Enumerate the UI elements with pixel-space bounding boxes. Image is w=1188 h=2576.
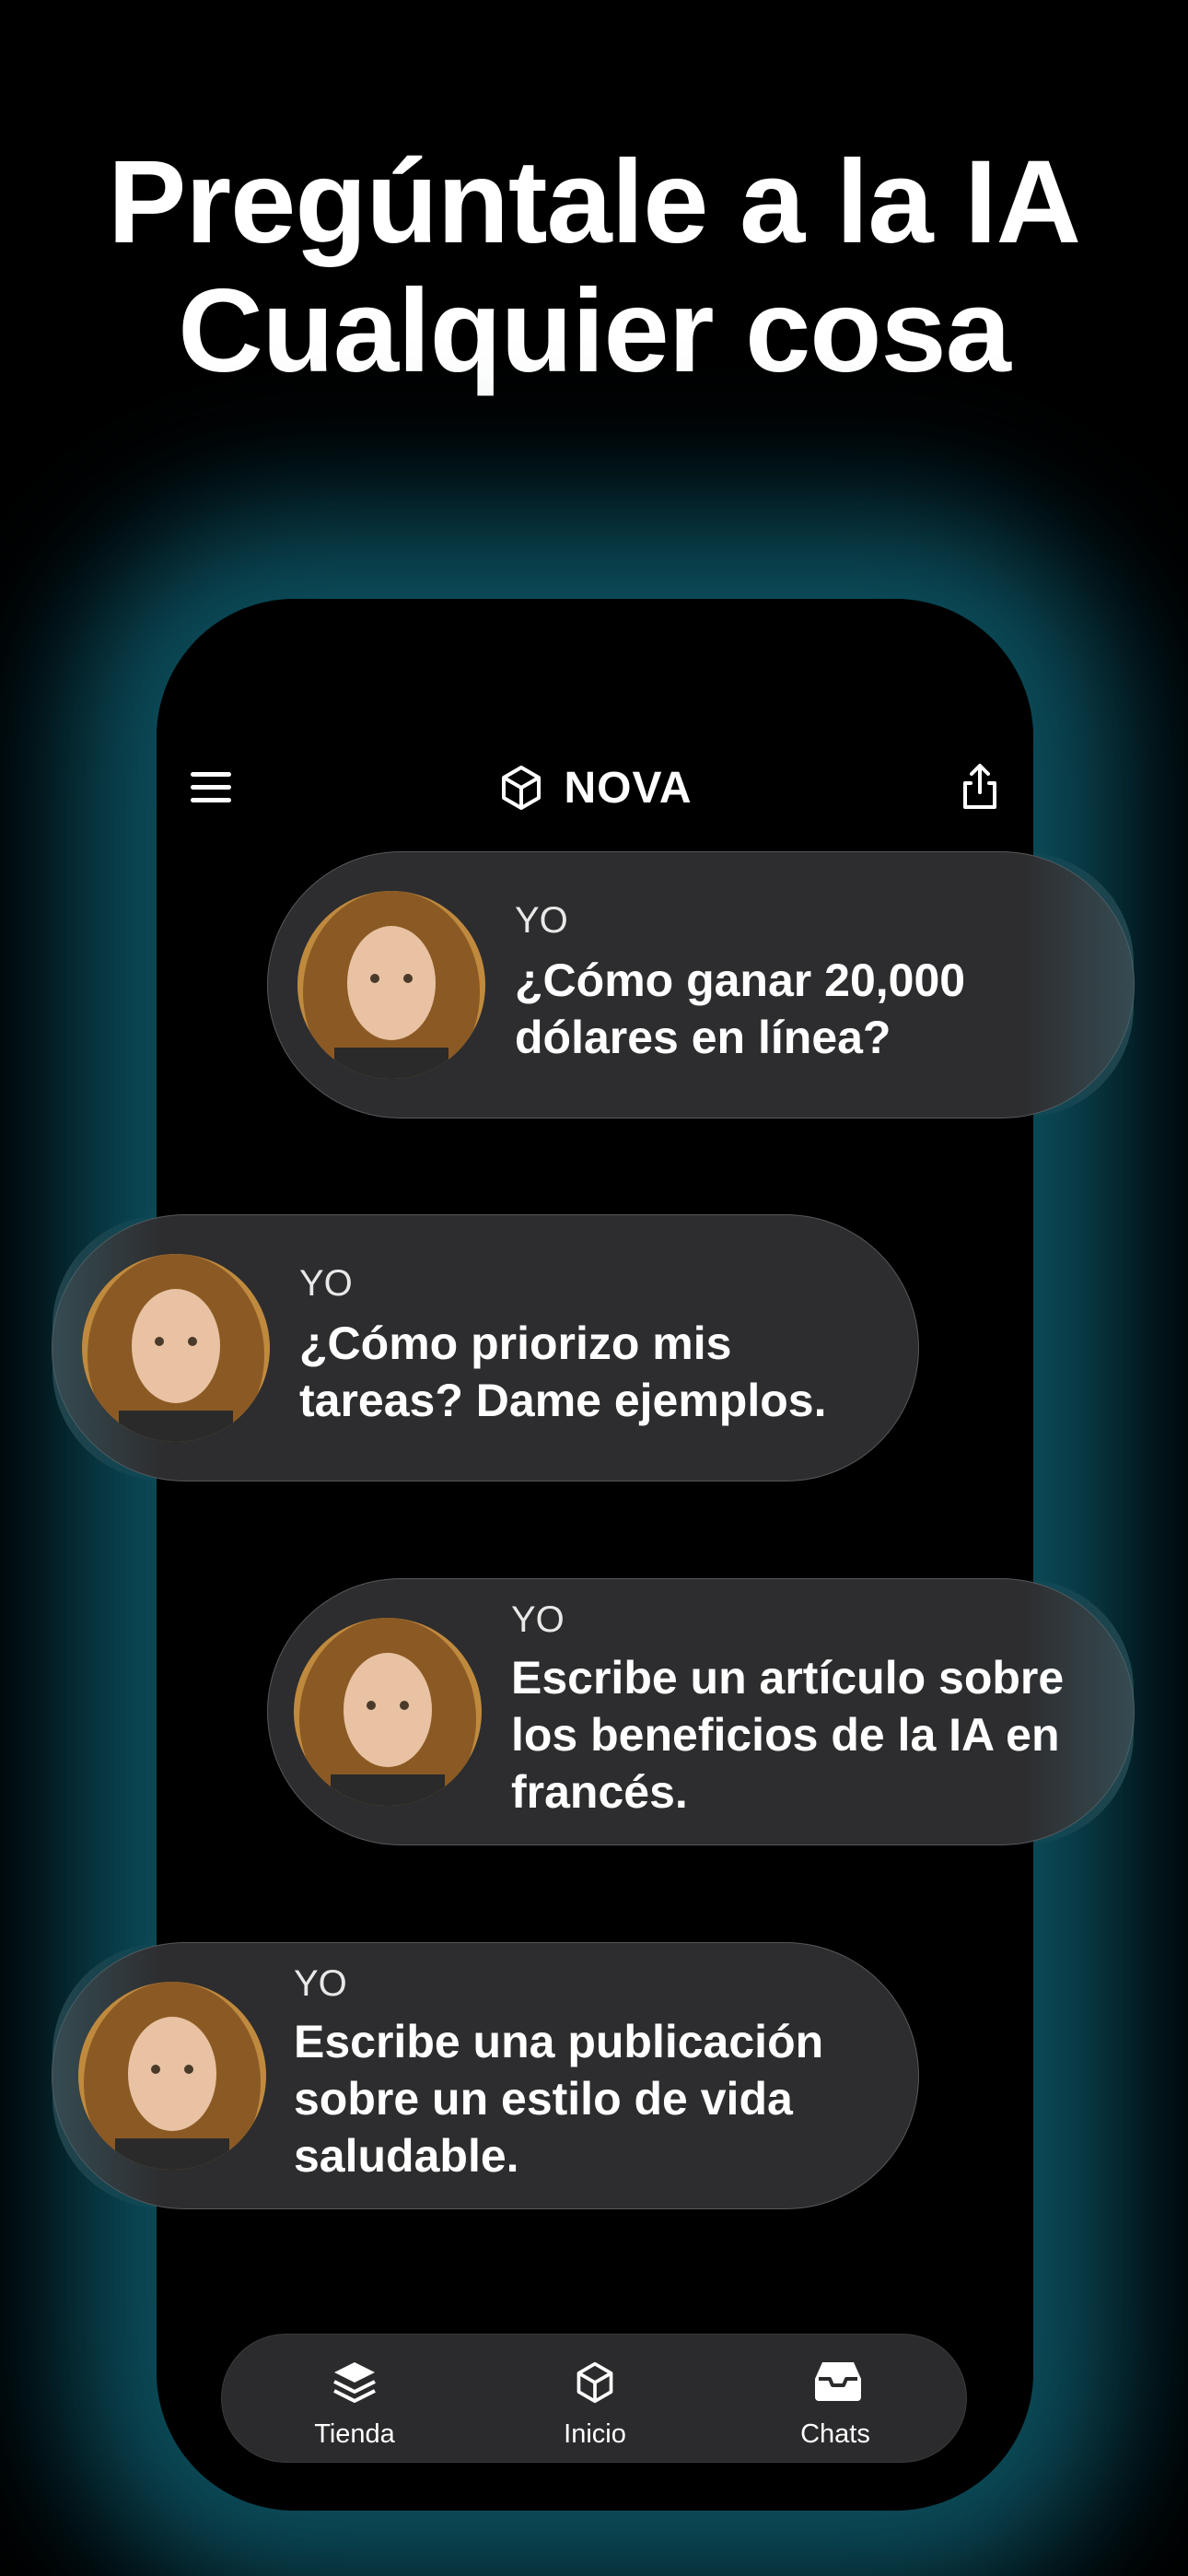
- chat-bubble[interactable]: YO ¿Cómo priorizo mis tareas? Dame ejemp…: [52, 1214, 919, 1481]
- avatar: [294, 1618, 482, 1806]
- sender-label: YO: [294, 1963, 347, 2004]
- brand-name: NOVA: [564, 763, 693, 813]
- sender-label: YO: [299, 1263, 353, 1304]
- headline: Pregúntale a la IA Cualquier cosa: [0, 138, 1188, 396]
- tab-tienda[interactable]: Tienda: [262, 2335, 447, 2464]
- message-text: Escribe un artículo sobre los beneficios…: [511, 1652, 1065, 1818]
- message-text: ¿Cómo priorizo mis tareas? Dame ejemplos…: [299, 1317, 827, 1426]
- avatar: [78, 1982, 266, 2170]
- tab-chats[interactable]: Chats: [743, 2335, 927, 2464]
- avatar: [297, 891, 485, 1079]
- tab-bar: Tienda Inicio Chats: [221, 2334, 967, 2463]
- sender-label: YO: [511, 1599, 565, 1640]
- chat-bubble[interactable]: YO Escribe una publicación sobre un esti…: [52, 1942, 919, 2209]
- chat-bubble[interactable]: YO ¿Cómo ganar 20,000 dólares en línea?: [267, 851, 1135, 1118]
- chat-bubble[interactable]: YO Escribe un artículo sobre los benefic…: [267, 1578, 1135, 1845]
- message-text: Escribe una publicación sobre un estilo …: [294, 2016, 824, 2182]
- headline-line-1: Pregúntale a la IA: [107, 136, 1081, 268]
- headline-line-2: Cualquier cosa: [178, 265, 1011, 397]
- nova-logo-icon: [502, 766, 542, 810]
- inbox-icon: [815, 2362, 861, 2401]
- tab-inicio[interactable]: Inicio: [503, 2335, 687, 2464]
- app-header: NOVA: [157, 746, 1033, 829]
- layers-icon: [333, 2362, 376, 2403]
- share-button[interactable]: [954, 761, 1006, 813]
- tab-label: Chats: [800, 2419, 870, 2449]
- nova-logo-icon: [577, 2361, 613, 2404]
- avatar: [82, 1254, 270, 1442]
- tab-label: Tienda: [314, 2419, 395, 2449]
- share-icon: [963, 764, 996, 809]
- message-text: ¿Cómo ganar 20,000 dólares en línea?: [515, 954, 966, 1063]
- tab-label: Inicio: [564, 2419, 626, 2449]
- sender-label: YO: [515, 900, 568, 941]
- brand: NOVA: [157, 746, 1033, 829]
